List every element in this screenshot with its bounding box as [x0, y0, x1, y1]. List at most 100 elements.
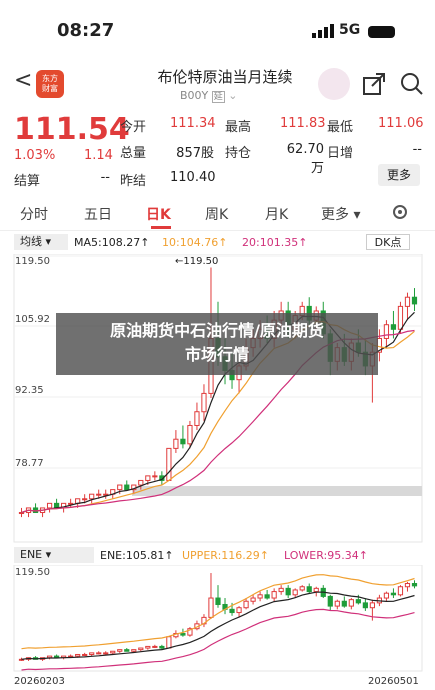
delay-badge: 延: [211, 91, 225, 103]
y-axis-label: 119.50: [15, 256, 50, 267]
candle: [229, 608, 235, 614]
field-label: 昨结: [120, 174, 147, 189]
chevron-down-icon: ▾: [353, 207, 361, 223]
candle: [82, 653, 88, 656]
candle: [103, 652, 109, 655]
more-button[interactable]: 更多: [378, 164, 420, 186]
candle: [110, 650, 116, 654]
lower-value: LOWER:95.34↑: [284, 549, 368, 562]
candle: [46, 502, 53, 509]
field-value: 62.70万: [286, 142, 324, 176]
candle: [341, 600, 347, 607]
candle: [313, 587, 319, 593]
candle: [215, 597, 221, 605]
instrument-code: B00Y 延 ⌄: [180, 89, 238, 103]
candle: [138, 479, 144, 486]
candle: [131, 649, 137, 652]
field-value: 110.40: [170, 170, 216, 185]
ene-value: ENE:105.81↑: [100, 549, 174, 562]
candle: [348, 599, 354, 607]
candle: [411, 583, 418, 587]
candle: [362, 602, 368, 609]
candle: [124, 649, 130, 652]
candle: [89, 493, 95, 500]
kline-chart[interactable]: [0, 254, 435, 544]
avatar[interactable]: [318, 68, 350, 100]
status-bar: 08:27 5G: [0, 0, 435, 56]
tab-five-day[interactable]: 五日: [84, 204, 112, 224]
field-label: 最高: [225, 120, 252, 135]
upper-value: UPPER:116.29↑: [182, 549, 269, 562]
field-value: 111.83: [280, 116, 326, 131]
share-icon[interactable]: [362, 72, 386, 96]
y-axis-label: 92.35: [15, 385, 44, 396]
ma10-value: 10:104.76↑: [162, 236, 228, 249]
candle: [334, 600, 340, 607]
candle: [145, 475, 151, 481]
candle: [285, 587, 291, 596]
ma-legend: 均线 ▾ MA5:108.27↑ 10:104.76↑ 20:101.35↑ D…: [0, 232, 435, 252]
field-label: 总量: [120, 146, 147, 161]
candle: [369, 602, 375, 609]
change-value: 1.14: [84, 148, 113, 163]
header: < 东方 财富 布伦特原油当月连续 B00Y 延 ⌄: [0, 56, 435, 112]
ma20-value: 20:101.35↑: [242, 236, 308, 249]
candle: [124, 484, 130, 491]
candle: [411, 296, 418, 305]
candle: [166, 636, 172, 649]
field-label: 最低: [327, 120, 354, 135]
page-title: 布伦特原油当月连续: [157, 68, 293, 86]
change-percent: 1.03%: [14, 148, 56, 163]
field-value: 111.34: [170, 116, 216, 131]
candle: [299, 586, 305, 591]
start-date: 20260203: [14, 676, 65, 687]
candle: [159, 645, 165, 649]
status-time: 08:27: [57, 20, 115, 41]
candle: [145, 645, 151, 649]
ene-selector[interactable]: ENE ▾: [14, 547, 94, 563]
candle: [89, 652, 95, 655]
candle: [397, 586, 404, 596]
candle: [383, 592, 390, 599]
candle: [187, 424, 193, 445]
candle: [271, 591, 277, 599]
app-logo: 东方 财富: [36, 70, 64, 98]
y-axis-label: 119.50: [15, 567, 50, 578]
field-value: --: [100, 170, 110, 185]
peak-price-label: ←119.50: [175, 256, 219, 267]
candle: [166, 447, 172, 481]
y-axis-label: 78.77: [15, 458, 44, 469]
signal-icon: [312, 24, 334, 38]
back-icon[interactable]: <: [14, 68, 32, 93]
field-label: 结算: [14, 174, 41, 189]
field-label: 日增: [327, 146, 354, 161]
chevron-down-icon: ⌄: [228, 89, 238, 102]
candle: [18, 512, 25, 515]
network-label: 5G: [339, 22, 361, 38]
ene-legend: ENE ▾ ENE:105.81↑ UPPER:116.29↑ LOWER:95…: [0, 545, 435, 565]
field-value: 111.06: [378, 116, 424, 131]
candle: [194, 411, 200, 426]
battery-icon: [368, 26, 395, 38]
tab-more[interactable]: 更多 ▾: [321, 204, 360, 224]
period-tabs: 分时 五日 日K 周K 月K 更多 ▾: [0, 196, 435, 231]
ene-chart[interactable]: [0, 565, 435, 673]
candle: [278, 587, 284, 593]
article-overlay: 原油期货中石油行情/原油期货 市场行情: [56, 313, 378, 375]
tab-daily-k[interactable]: 日K: [146, 204, 171, 224]
ma-selector[interactable]: 均线 ▾: [14, 234, 68, 250]
candle: [96, 493, 102, 496]
dk-button[interactable]: DK点: [366, 234, 410, 250]
search-icon[interactable]: [400, 72, 424, 96]
candle: [397, 305, 404, 330]
tab-monthly-k[interactable]: 月K: [265, 204, 288, 224]
gear-icon[interactable]: [390, 202, 410, 222]
end-date: 20260501: [368, 676, 419, 687]
candle: [383, 324, 390, 339]
tab-weekly-k[interactable]: 周K: [205, 204, 228, 224]
candle: [292, 589, 298, 596]
tab-intraday[interactable]: 分时: [20, 204, 48, 224]
field-label: 今开: [120, 120, 147, 135]
active-tab-indicator: [151, 226, 171, 229]
ma5-value: MA5:108.27↑: [74, 236, 150, 249]
